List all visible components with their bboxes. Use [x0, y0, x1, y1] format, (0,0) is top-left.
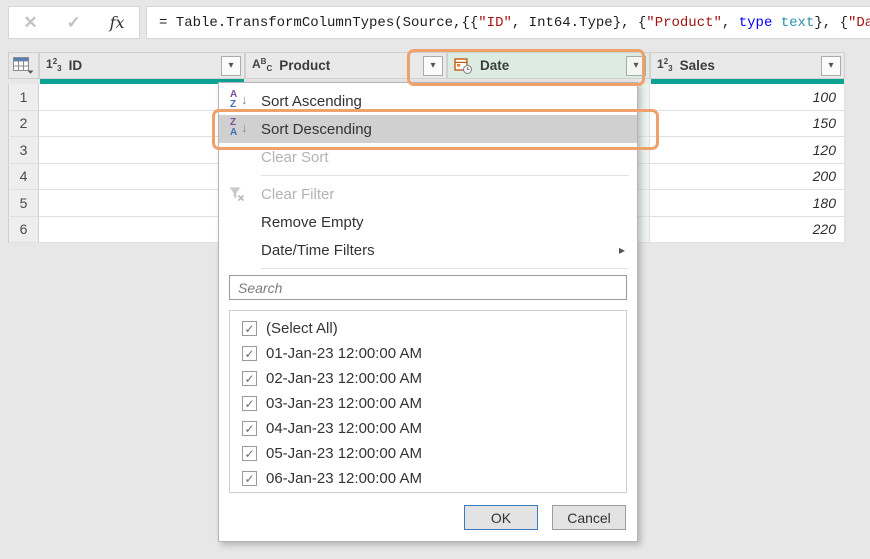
cell-sales[interactable]: 100 — [650, 84, 845, 111]
row-number[interactable]: 6 — [8, 216, 39, 243]
sort-ascending-icon: A Z ↓ — [230, 89, 248, 110]
cell-id[interactable] — [39, 84, 245, 111]
filter-dropdown-button-sales[interactable]: ▾ — [821, 55, 841, 76]
cell-sales[interactable]: 180 — [650, 190, 845, 217]
menu-item-sort-ascending[interactable]: A Z ↓ Sort Ascending — [219, 87, 637, 115]
row-number[interactable]: 3 — [8, 137, 39, 164]
cell-id[interactable] — [39, 190, 245, 217]
filter-dropdown-button-id[interactable]: ▾ — [221, 55, 241, 76]
menu-item-remove-empty[interactable]: Remove Empty — [219, 208, 637, 236]
list-item[interactable]: ✓ 06-Jan-23 12:00:00 AM — [230, 466, 626, 491]
checkbox-checked-icon[interactable]: ✓ — [242, 321, 257, 336]
commit-formula-icon[interactable]: ✓ — [67, 13, 81, 33]
clear-filter-icon — [228, 183, 252, 205]
number-type-icon: 123 — [657, 57, 673, 73]
column-label: Product — [279, 58, 331, 73]
cancel-button[interactable]: Cancel — [552, 505, 626, 530]
filter-dropdown-button-date[interactable]: ▾ — [626, 55, 646, 76]
menu-item-label: Remove Empty — [261, 213, 364, 231]
row-number[interactable]: 2 — [8, 110, 39, 137]
checkbox-checked-icon[interactable]: ✓ — [242, 371, 257, 386]
menu-item-datetime-filters[interactable]: Date/Time Filters ▸ — [219, 236, 637, 264]
fx-icon[interactable]: fx — [110, 13, 125, 32]
column-label: Date — [480, 58, 510, 73]
menu-item-clear-filter: Clear Filter — [219, 180, 637, 208]
cell-sales[interactable]: 220 — [650, 216, 845, 243]
cell-sales[interactable]: 120 — [650, 137, 845, 164]
menu-separator — [261, 175, 629, 176]
checkbox-checked-icon[interactable]: ✓ — [242, 446, 257, 461]
column-header-id[interactable]: 123 ID ▾ — [39, 52, 245, 79]
column-label: ID — [68, 58, 83, 73]
chevron-down-icon: ▾ — [828, 59, 834, 71]
cell-sales[interactable]: 150 — [650, 110, 845, 137]
filter-dropdown-button-product[interactable]: ▾ — [423, 55, 443, 76]
formula-bar-buttons: ✕ ✓ fx — [8, 6, 140, 39]
checkbox-checked-icon[interactable]: ✓ — [242, 421, 257, 436]
cell-sales[interactable]: 200 — [650, 163, 845, 190]
list-item[interactable]: ✓ 02-Jan-23 12:00:00 AM — [230, 366, 626, 391]
row-number[interactable]: 1 — [8, 84, 39, 111]
column-header-product[interactable]: ABC Product ▾ — [245, 52, 447, 79]
menu-item-clear-sort: Clear Sort — [219, 143, 637, 171]
checkbox-checked-icon[interactable]: ✓ — [242, 396, 257, 411]
cell-id[interactable] — [39, 110, 245, 137]
list-item[interactable]: ✓ 03-Jan-23 12:00:00 AM — [230, 391, 626, 416]
chevron-down-icon: ▾ — [633, 59, 639, 71]
column-label: Sales — [679, 58, 715, 73]
checkbox-checked-icon[interactable]: ✓ — [242, 346, 257, 361]
column-header-date[interactable]: Date ▾ — [447, 52, 650, 79]
menu-item-label: Clear Sort — [261, 148, 329, 166]
datetime-type-icon — [454, 57, 472, 74]
table-corner-button[interactable] — [8, 52, 39, 79]
row-number[interactable]: 4 — [8, 163, 39, 190]
filter-menu: A Z ↓ Sort Ascending Z A ↓ Sort Descendi… — [218, 82, 638, 542]
list-item-select-all[interactable]: ✓ (Select All) — [230, 316, 626, 341]
list-item[interactable]: ✓ 01-Jan-23 12:00:00 AM — [230, 341, 626, 366]
menu-item-label: Sort Ascending — [261, 92, 362, 110]
text-type-icon: ABC — [252, 57, 273, 73]
menu-item-sort-descending[interactable]: Z A ↓ Sort Descending — [219, 115, 637, 143]
cell-id[interactable] — [39, 163, 245, 190]
filter-value-list: ✓ (Select All) ✓ 01-Jan-23 12:00:00 AM ✓… — [229, 310, 627, 493]
sort-descending-icon: Z A ↓ — [230, 117, 248, 138]
row-number[interactable]: 5 — [8, 190, 39, 217]
search-input[interactable] — [229, 275, 627, 300]
table-menu-icon — [13, 57, 34, 74]
submenu-arrow-icon: ▸ — [618, 243, 625, 257]
list-item[interactable]: ✓ 05-Jan-23 12:00:00 AM — [230, 441, 626, 466]
power-query-editor: ✕ ✓ fx = Table.TransformColumnTypes(Sour… — [0, 0, 870, 559]
chevron-down-icon: ▾ — [228, 59, 234, 71]
checkbox-checked-icon[interactable]: ✓ — [242, 471, 257, 486]
list-item[interactable]: ✓ 04-Jan-23 12:00:00 AM — [230, 416, 626, 441]
menu-item-label: Sort Descending — [261, 120, 372, 138]
cancel-formula-icon[interactable]: ✕ — [23, 13, 37, 33]
column-header-sales[interactable]: 123 Sales ▾ — [650, 52, 845, 79]
number-type-icon: 123 — [46, 57, 62, 73]
menu-separator — [261, 268, 629, 269]
formula-input[interactable]: = Table.TransformColumnTypes(Source,{{"I… — [146, 6, 870, 39]
chevron-down-icon: ▾ — [430, 59, 436, 71]
menu-footer: OK Cancel — [219, 505, 637, 530]
ok-button[interactable]: OK — [464, 505, 538, 530]
menu-item-label: Date/Time Filters — [261, 241, 375, 259]
menu-item-label: Clear Filter — [261, 185, 335, 203]
formula-text: = Table.TransformColumnTypes(Source,{{"I… — [159, 14, 870, 31]
cell-id[interactable] — [39, 137, 245, 164]
cell-id[interactable] — [39, 216, 245, 243]
